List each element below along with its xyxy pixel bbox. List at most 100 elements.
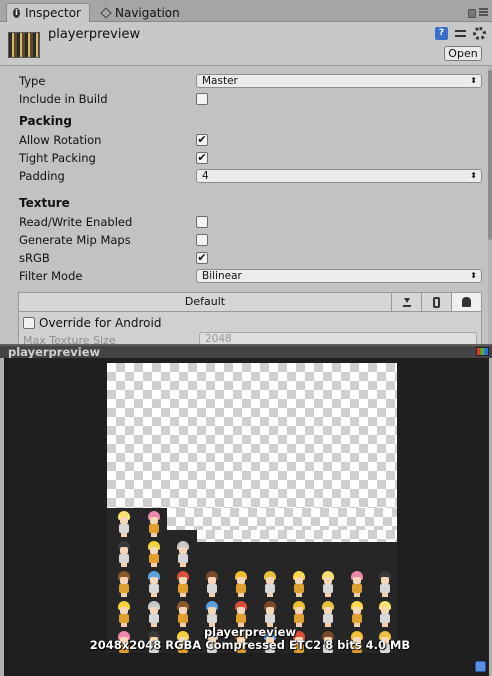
padding-value: 4 bbox=[202, 170, 209, 182]
header-icons: ? bbox=[435, 27, 486, 40]
override-android-label: Override for Android bbox=[39, 316, 162, 330]
max-texture-size-dropdown[interactable]: 2048 bbox=[199, 332, 477, 344]
sprite-character bbox=[114, 541, 134, 567]
sprite-character bbox=[347, 601, 367, 627]
sprite-atlas-icon bbox=[8, 32, 40, 58]
filter-mode-value: Bilinear bbox=[202, 270, 242, 282]
override-android-checkbox[interactable] bbox=[23, 317, 35, 329]
type-label: Type bbox=[19, 74, 46, 88]
override-android-row: Override for Android bbox=[23, 316, 161, 330]
sprite-character bbox=[114, 571, 134, 597]
tight-packing-row: Tight Packing bbox=[19, 149, 483, 167]
sprite-character bbox=[173, 601, 193, 627]
allow-rotation-label: Allow Rotation bbox=[19, 133, 102, 147]
type-value: Master bbox=[202, 75, 238, 87]
srgb-checkbox[interactable]: ✔ bbox=[196, 252, 208, 264]
phone-icon bbox=[433, 296, 440, 308]
allow-rotation-row: Allow Rotation bbox=[19, 131, 483, 149]
read-write-row: Read/Write Enabled bbox=[19, 213, 483, 231]
preview-header[interactable]: playerpreview bbox=[0, 344, 492, 359]
generate-mip-row: Generate Mip Maps bbox=[19, 231, 483, 249]
allow-rotation-checkbox[interactable]: ✔ bbox=[196, 134, 208, 146]
sprite-character bbox=[318, 601, 338, 627]
include-build-checkbox[interactable] bbox=[196, 93, 208, 105]
sprite-character bbox=[144, 601, 164, 627]
rgb-channel-icon[interactable] bbox=[476, 347, 489, 356]
tabbar-controls bbox=[468, 5, 488, 18]
lock-icon[interactable] bbox=[468, 9, 476, 18]
platform-ios-tab[interactable] bbox=[421, 293, 451, 311]
sprite-character bbox=[318, 571, 338, 597]
sprite-character bbox=[375, 601, 395, 627]
download-icon bbox=[402, 297, 411, 307]
help-icon[interactable]: ? bbox=[435, 27, 448, 40]
dropdown-arrow-icon: ⬍ bbox=[470, 171, 477, 180]
include-build-row: Include in Build bbox=[19, 90, 483, 108]
platform-standalone-tab[interactable] bbox=[391, 293, 421, 311]
menu-icon[interactable] bbox=[479, 7, 488, 16]
sprite-character bbox=[173, 571, 193, 597]
preview-title: playerpreview bbox=[8, 345, 101, 359]
sprite-character bbox=[173, 541, 193, 567]
inspector-scrollbar-thumb[interactable] bbox=[488, 70, 492, 240]
sprite-character bbox=[260, 601, 280, 627]
dropdown-arrow-icon: ⬍ bbox=[470, 271, 477, 280]
tab-inspector-label: Inspector bbox=[25, 6, 81, 20]
packing-heading: Packing bbox=[19, 114, 72, 128]
tag-icon[interactable] bbox=[475, 661, 486, 672]
sprite-character bbox=[202, 571, 222, 597]
sprite-character bbox=[144, 511, 164, 537]
sprite-character bbox=[202, 601, 222, 627]
platform-settings-panel: Override for Android Max Texture Size 20… bbox=[18, 312, 482, 344]
preview-panel: playerpreview 2048x2048 RGBA Compressed … bbox=[0, 358, 492, 676]
platform-android-tab[interactable] bbox=[451, 293, 481, 311]
sprite-character bbox=[114, 601, 134, 627]
info-icon: i bbox=[13, 8, 21, 18]
platform-tabs: Default bbox=[18, 292, 482, 312]
type-dropdown[interactable]: Master ⬍ bbox=[196, 74, 482, 88]
include-build-label: Include in Build bbox=[19, 92, 108, 106]
sprite-character bbox=[144, 571, 164, 597]
tight-packing-checkbox[interactable]: ✔ bbox=[196, 152, 208, 164]
empty-space bbox=[197, 530, 397, 542]
srgb-row: sRGB bbox=[19, 249, 483, 267]
sprite-character bbox=[289, 601, 309, 627]
padding-dropdown[interactable]: 4 ⬍ bbox=[196, 169, 482, 183]
sprite-character bbox=[375, 571, 395, 597]
tab-inspector[interactable]: i Inspector bbox=[6, 3, 90, 22]
inspector-body: Type Master ⬍ Include in Build Packing A… bbox=[0, 66, 488, 344]
srgb-label: sRGB bbox=[19, 251, 50, 265]
generate-mip-checkbox[interactable] bbox=[196, 234, 208, 246]
sprite-character bbox=[144, 541, 164, 567]
sprite-character bbox=[289, 571, 309, 597]
gear-icon[interactable] bbox=[473, 27, 486, 40]
tab-bar: i Inspector Navigation bbox=[0, 0, 492, 22]
read-write-label: Read/Write Enabled bbox=[19, 215, 133, 229]
tight-packing-label: Tight Packing bbox=[19, 151, 96, 165]
sprite-character bbox=[260, 571, 280, 597]
generate-mip-label: Generate Mip Maps bbox=[19, 233, 131, 247]
texture-heading: Texture bbox=[19, 196, 70, 210]
tab-navigation[interactable]: Navigation bbox=[96, 3, 188, 22]
preview-asset-name: playerpreview bbox=[203, 625, 297, 639]
sprite-character bbox=[347, 571, 367, 597]
android-icon bbox=[462, 297, 471, 307]
padding-label: Padding bbox=[19, 169, 65, 183]
empty-space bbox=[167, 508, 397, 530]
read-write-checkbox[interactable] bbox=[196, 216, 208, 228]
sprite-character bbox=[231, 601, 251, 627]
open-button[interactable]: Open bbox=[444, 46, 482, 61]
filter-mode-dropdown[interactable]: Bilinear ⬍ bbox=[196, 269, 482, 283]
navigation-icon bbox=[100, 6, 112, 19]
tab-navigation-label: Navigation bbox=[115, 5, 180, 20]
sprite-character bbox=[114, 511, 134, 537]
max-texture-size-label: Max Texture Size bbox=[23, 334, 116, 344]
preset-sliders-icon[interactable] bbox=[454, 27, 467, 40]
atlas-preview-image bbox=[107, 363, 397, 653]
asset-title: playerpreview bbox=[48, 27, 141, 42]
platform-default-tab[interactable]: Default bbox=[19, 293, 391, 311]
preview-texture-info: 2048x2048 RGBA Compressed ETC2 8 bits 4.… bbox=[89, 638, 411, 652]
dropdown-arrow-icon: ⬍ bbox=[470, 76, 477, 85]
filter-mode-label: Filter Mode bbox=[19, 269, 83, 283]
sprite-character bbox=[231, 571, 251, 597]
